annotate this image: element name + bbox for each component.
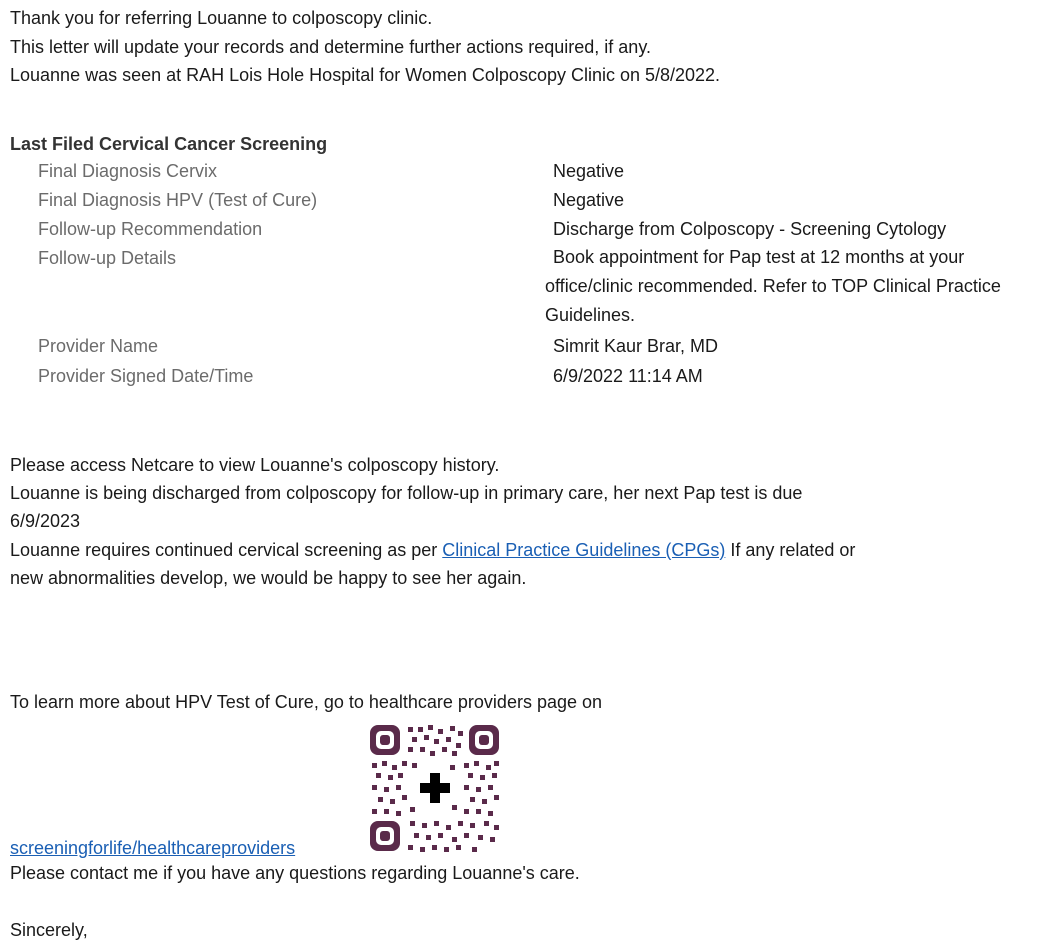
contact-text: Please contact me if you have any questi…	[10, 863, 580, 883]
row-label-provider: Provider Name	[38, 336, 159, 356]
row-value-cervix: Negative	[553, 161, 625, 181]
row-label-details: Follow-up Details	[38, 248, 177, 268]
row-value-recommendation: Discharge from Colposcopy - Screening Cy…	[553, 219, 947, 239]
learn-more-text: To learn more about HPV Test of Cure, go…	[10, 692, 603, 712]
row-value-hpv: Negative	[553, 190, 625, 210]
row-label-cervix: Final Diagnosis Cervix	[38, 161, 218, 181]
cpg-line: Louanne requires continued cervical scre…	[10, 538, 855, 562]
row-value-details: Book appointment for Pap test at 12 mont…	[545, 247, 1001, 325]
screening-link-line: screeningforlife/healthcareproviders	[10, 836, 295, 860]
discharge-line-2: 6/9/2023	[10, 511, 81, 531]
netcare-text: Please access Netcare to view Louanne's …	[10, 455, 500, 475]
screening-link[interactable]: screeningforlife/healthcareproviders	[10, 838, 295, 858]
row-label-signed: Provider Signed Date/Time	[38, 366, 254, 386]
intro-line-1: Thank you for referring Louanne to colpo…	[10, 8, 433, 28]
intro-line-3: Louanne was seen at RAH Lois Hole Hospit…	[10, 65, 721, 85]
cpg-suffix: If any related or	[725, 540, 856, 560]
cpg-line-2: new abnormalities develop, we would be h…	[10, 568, 527, 588]
row-value-provider: Simrit Kaur Brar, MD	[553, 336, 719, 356]
cpg-prefix: Louanne requires continued cervical scre…	[10, 540, 443, 560]
closing-text: Sincerely,	[10, 920, 88, 940]
discharge-line-1: Louanne is being discharged from colposc…	[10, 483, 803, 503]
cpg-link[interactable]: Clinical Practice Guidelines (CPGs)	[442, 540, 725, 560]
qr-code-icon[interactable]	[368, 723, 501, 853]
row-label-hpv: Final Diagnosis HPV (Test of Cure)	[38, 190, 318, 210]
row-label-recommendation: Follow-up Recommendation	[38, 219, 263, 239]
intro-line-2: This letter will update your records and…	[10, 37, 651, 57]
screening-heading: Last Filed Cervical Cancer Screening	[10, 134, 328, 154]
row-value-signed: 6/9/2022 11:14 AM	[553, 366, 703, 386]
